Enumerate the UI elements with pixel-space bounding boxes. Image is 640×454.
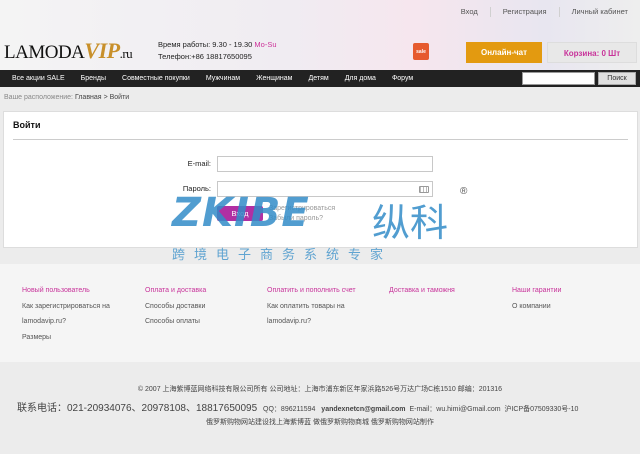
breadcrumb-separator: > bbox=[103, 94, 108, 101]
footer-link[interactable]: Способы оплаты bbox=[145, 314, 206, 330]
cart-button[interactable]: Корзина: 0 Шт bbox=[547, 42, 637, 63]
qq: QQ：896211594 bbox=[263, 406, 316, 413]
logo-main: LAMODA bbox=[4, 42, 85, 63]
footer-head[interactable]: Новый пользователь bbox=[22, 283, 110, 299]
phone: Телефон:+86 18817650095 bbox=[158, 52, 252, 61]
nav-item-women[interactable]: Женщинам bbox=[248, 70, 300, 87]
footer-link[interactable]: Способы доставки bbox=[145, 299, 206, 315]
nav-item-brands[interactable]: Бренды bbox=[73, 70, 114, 87]
nav-item-kids[interactable]: Детям bbox=[300, 70, 336, 87]
email-field[interactable] bbox=[217, 156, 433, 172]
footer-col-customs: Доставка и таможня bbox=[389, 283, 455, 299]
footer-link[interactable]: lamodavip.ru? bbox=[22, 314, 110, 330]
email-label: E-mail: bbox=[187, 159, 211, 168]
password-label: Пароль: bbox=[182, 184, 211, 193]
breadcrumb-home[interactable]: Главная bbox=[75, 94, 102, 101]
footer-head[interactable]: Оплатить и пополнить счет bbox=[267, 283, 356, 299]
logo-suffix: .ru bbox=[119, 46, 133, 61]
footer-col-payment: Оплата и доставка Способы доставки Спосо… bbox=[145, 283, 206, 330]
register-link[interactable]: Регистрация bbox=[489, 7, 559, 17]
hours-label: Время работы: 9.30 - 19.30 bbox=[158, 40, 253, 49]
bottom-footer: © 2007 上海紫博蓝网络科技有限公司所有 公司地址：上海市浦东新区年家浜路5… bbox=[0, 362, 640, 454]
contact-line: 联系电话：021-20934076、20978108、18817650095 Q… bbox=[17, 399, 578, 414]
nav-item-forum[interactable]: Форум bbox=[384, 70, 421, 87]
site-logo[interactable]: LAMODAVIP.ru bbox=[4, 38, 133, 64]
footer-col-guarantees: Наши гарантии О компании bbox=[512, 283, 561, 314]
footer-link[interactable]: О компании bbox=[512, 299, 561, 315]
account-link[interactable]: Личный кабинет bbox=[558, 7, 640, 17]
copyright: © 2007 上海紫博蓝网络科技有限公司所有 公司地址：上海市浦东新区年家浜路5… bbox=[137, 386, 503, 393]
nav-item-sale[interactable]: Все акции SALE bbox=[0, 70, 73, 87]
footer-col-pay-account: Оплатить и пополнить счет Как оплатить т… bbox=[267, 283, 356, 330]
footer-link[interactable]: Как зарегистрироваться на bbox=[22, 299, 110, 315]
title-divider bbox=[13, 139, 628, 140]
hours-days: Mo-Su bbox=[254, 40, 277, 49]
nav-item-men[interactable]: Мужчинам bbox=[198, 70, 248, 87]
nav-item-joint-purchases[interactable]: Совместные покупки bbox=[114, 70, 198, 87]
credits: 俄罗斯购物网站建设找上海紫博蓝 做俄罗斯购物商城 俄罗斯购物网站制作 bbox=[206, 419, 434, 426]
footer-head[interactable]: Оплата и доставка bbox=[145, 283, 206, 299]
login-panel: Войти E-mail: Пароль: Вход Зарегистриров… bbox=[3, 111, 638, 248]
top-links: Вход Регистрация Личный кабинет bbox=[449, 7, 640, 17]
nav-item-home[interactable]: Для дома bbox=[337, 70, 384, 87]
footer-head[interactable]: Доставка и таможня bbox=[389, 283, 455, 299]
footer-link[interactable]: Как оплатить товары на bbox=[267, 299, 356, 315]
forgot-password-link[interactable]: Забыли пароль? bbox=[269, 214, 335, 224]
contact-email-2: E-mail：wu.himi@Gmail.com bbox=[409, 406, 501, 413]
breadcrumb: Ваше расположение: Главная > Войти bbox=[4, 94, 129, 101]
online-chat-button[interactable]: Онлайн-чат bbox=[466, 42, 542, 63]
footer-link[interactable]: Размеры bbox=[22, 330, 110, 346]
contact-email: yandexnetcn@gmail.com bbox=[321, 406, 406, 413]
footer-links: Новый пользователь Как зарегистрироватьс… bbox=[0, 264, 640, 362]
header: Вход Регистрация Личный кабинет LAMODAVI… bbox=[0, 0, 640, 70]
register-link-small[interactable]: Зарегистрироваться bbox=[269, 204, 335, 214]
icp: 沪ICP备07509330号-10 bbox=[504, 406, 579, 413]
breadcrumb-prefix: Ваше расположение: bbox=[4, 94, 73, 101]
auth-links: Зарегистрироваться Забыли пароль? bbox=[269, 204, 335, 224]
logo-vip: VIP bbox=[84, 38, 120, 63]
login-title: Войти bbox=[13, 120, 41, 130]
footer-col-new-user: Новый пользователь Как зарегистрироватьс… bbox=[22, 283, 110, 345]
login-button[interactable]: Вход bbox=[217, 206, 263, 221]
work-hours: Время работы: 9.30 - 19.30 Mo-Su Телефон… bbox=[158, 39, 277, 63]
password-field[interactable] bbox=[217, 181, 433, 197]
footer-link[interactable]: lamodavip.ru? bbox=[267, 314, 356, 330]
search-input[interactable] bbox=[522, 72, 595, 85]
footer-head[interactable]: Наши гарантии bbox=[512, 283, 561, 299]
sale-bag-icon[interactable]: sale bbox=[413, 43, 429, 60]
search-button[interactable]: Поиск bbox=[598, 72, 636, 85]
keyboard-icon[interactable] bbox=[419, 186, 429, 193]
breadcrumb-current: Войти bbox=[109, 94, 130, 101]
login-link[interactable]: Вход bbox=[449, 7, 490, 17]
contact-phones: 联系电话：021-20934076、20978108、18817650095 bbox=[17, 403, 258, 414]
